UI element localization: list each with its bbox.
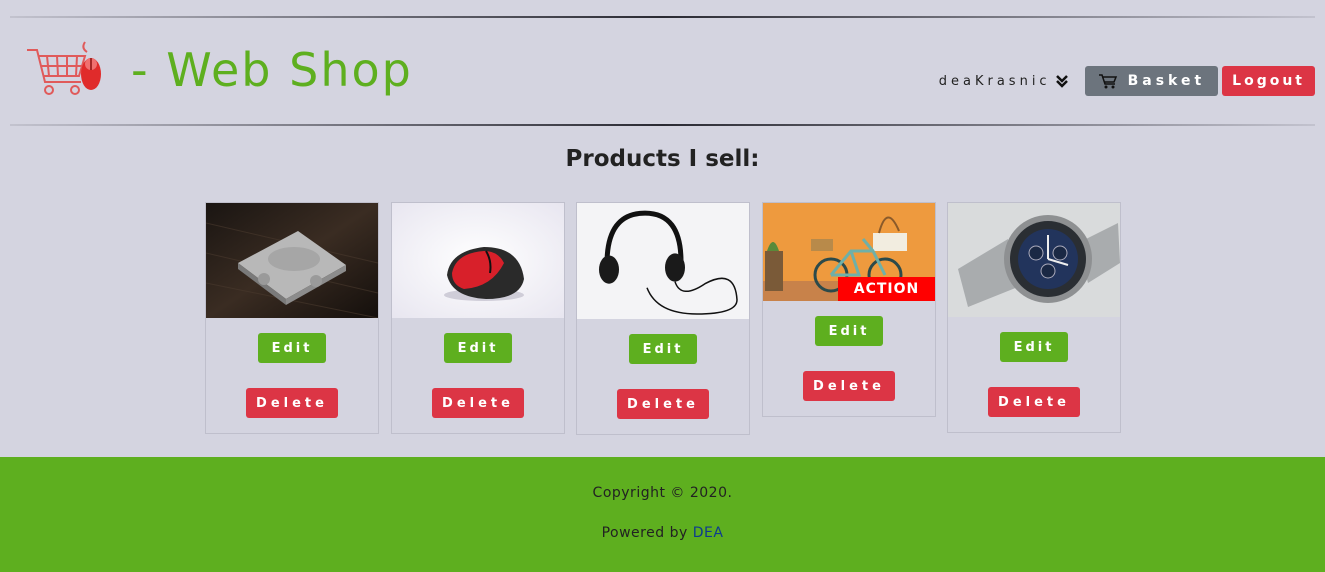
header-divider-bottom bbox=[10, 124, 1315, 126]
delete-button[interactable]: Delete bbox=[988, 387, 1080, 417]
wristwatch-photo[interactable] bbox=[948, 203, 1120, 317]
edit-button[interactable]: Edit bbox=[443, 333, 513, 363]
product-card: Edit Delete bbox=[205, 202, 379, 434]
edit-button[interactable]: Edit bbox=[257, 333, 327, 363]
product-card: Edit Delete bbox=[947, 202, 1121, 433]
basket-label: Basket bbox=[1127, 73, 1206, 89]
top-nav: deaKrasnic Basket Logout bbox=[939, 66, 1315, 96]
user-menu[interactable]: deaKrasnic bbox=[939, 74, 1069, 89]
username-label: deaKrasnic bbox=[938, 73, 1051, 89]
brand[interactable]: - Web Shop bbox=[25, 38, 413, 102]
delete-button[interactable]: Delete bbox=[432, 388, 524, 418]
header-divider-top bbox=[10, 16, 1315, 18]
copyright-text: Copyright © 2020. bbox=[592, 485, 733, 501]
edit-button[interactable]: Edit bbox=[999, 332, 1069, 362]
edit-button[interactable]: Edit bbox=[628, 334, 698, 364]
game-console-photo[interactable] bbox=[206, 203, 378, 318]
computer-mouse-photo[interactable] bbox=[392, 203, 564, 318]
powered-by: Powered by DEA bbox=[0, 525, 1325, 541]
edit-button[interactable]: Edit bbox=[814, 316, 884, 346]
page-title: Products I sell: bbox=[565, 146, 760, 172]
delete-button[interactable]: Delete bbox=[246, 388, 338, 418]
delete-button[interactable]: Delete bbox=[617, 389, 709, 419]
product-card: Edit Delete bbox=[391, 202, 565, 434]
headphones-photo[interactable] bbox=[577, 203, 749, 319]
double-chevron-down-icon bbox=[1055, 75, 1068, 88]
dea-link[interactable]: DEA bbox=[693, 525, 724, 541]
product-image-wrap[interactable]: ACTION bbox=[763, 203, 935, 301]
delete-button[interactable]: Delete bbox=[803, 371, 895, 401]
powered-by-prefix: Powered by bbox=[601, 525, 693, 541]
action-badge: ACTION bbox=[838, 277, 935, 301]
product-card: Edit Delete bbox=[576, 202, 750, 435]
basket-button[interactable]: Basket bbox=[1084, 66, 1219, 96]
footer: Copyright © 2020. Powered by DEA bbox=[0, 457, 1325, 572]
site-title: - Web Shop bbox=[131, 43, 413, 97]
logout-button[interactable]: Logout bbox=[1222, 66, 1315, 96]
cart-icon bbox=[1098, 74, 1117, 89]
product-card: ACTION Edit Delete bbox=[762, 202, 936, 417]
shopping-cart-mouse-icon bbox=[27, 41, 101, 95]
